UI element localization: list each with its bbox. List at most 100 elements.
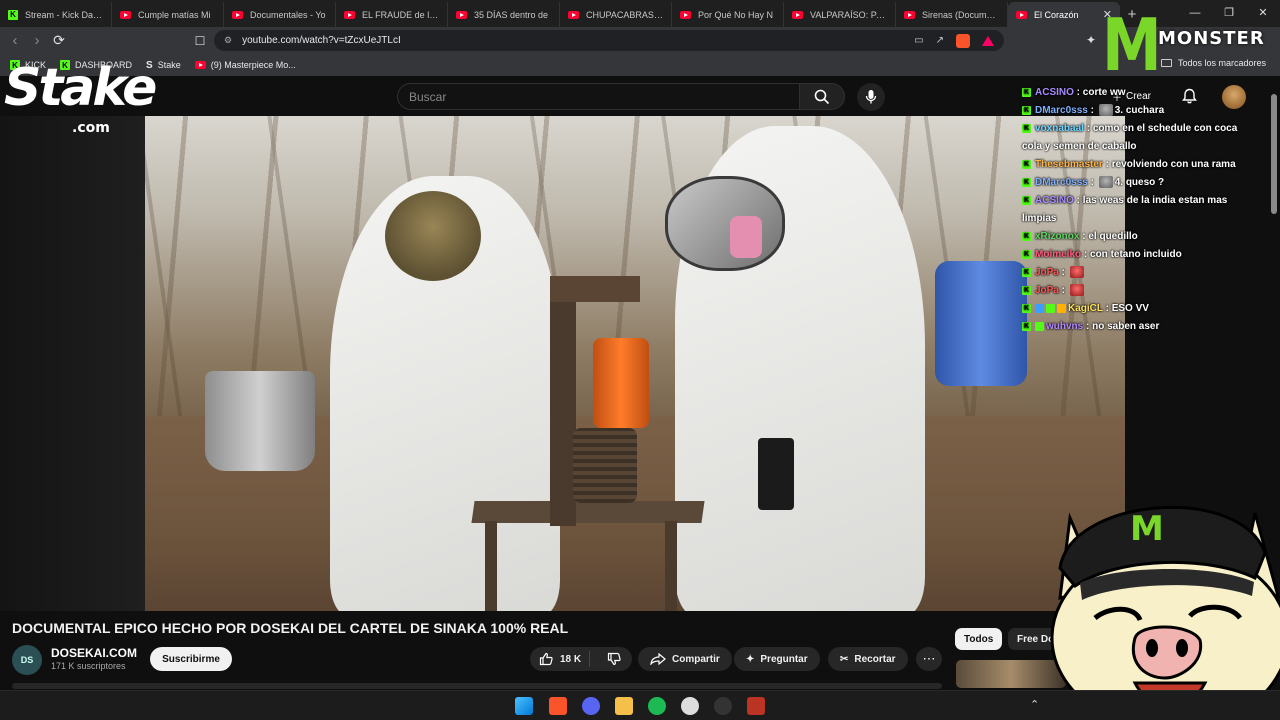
chat-separator: : (1079, 231, 1089, 242)
video-table-leg (485, 521, 497, 611)
chat-message: Kwuhvns : no saben aser (1022, 318, 1254, 336)
github-desktop-icon[interactable] (681, 697, 699, 715)
channel-name[interactable]: DOSEKAI.COM (51, 646, 137, 660)
more-actions-button[interactable]: ⋯ (916, 647, 942, 671)
tab[interactable]: 35 DÍAS dentro de (448, 2, 560, 27)
vpn-app-icon[interactable] (747, 697, 765, 715)
chat-username[interactable]: wuhvns (1046, 321, 1083, 332)
tab[interactable]: CHUPACABRAS en (560, 2, 672, 27)
youtube-favicon-icon (344, 10, 355, 19)
youtube-favicon-icon (1016, 10, 1027, 19)
like-button[interactable]: 18 K (530, 651, 591, 667)
os-taskbar: ⌃ (0, 690, 1280, 720)
share-icon[interactable]: ↗ (936, 35, 944, 46)
address-bar[interactable]: ⚙ youtube.com/watch?v=tZcxUeJTLcI ▭ ↗ (214, 30, 1004, 51)
system-tray-chevron-icon[interactable]: ⌃ (1030, 698, 1039, 711)
chat-username[interactable]: DMarc0sss (1035, 105, 1088, 116)
monster-wordmark: MONSTER (1158, 28, 1265, 49)
file-explorer-icon[interactable] (615, 697, 633, 715)
search-button[interactable] (799, 83, 845, 110)
scrollbar-thumb[interactable] (1271, 94, 1277, 214)
chat-username[interactable]: DMarc0sss (1035, 177, 1088, 188)
clip-button[interactable]: ✂ Recortar (828, 647, 908, 671)
forward-icon[interactable]: › (26, 32, 48, 49)
chat-message: K Thesebmaster : revolviendo con una rama (1022, 156, 1254, 174)
chat-badge-icon (1035, 303, 1044, 313)
tab[interactable]: EL FRAUDE de la Fl (336, 2, 448, 27)
start-menu-icon[interactable] (515, 697, 533, 715)
chip-todos[interactable]: Todos (955, 628, 1003, 650)
chat-emote-icon (1069, 266, 1084, 279)
tab[interactable]: Documentales - Yo (224, 2, 336, 27)
video-radio (758, 438, 794, 510)
screen: K Stream - Kick Dashb Cumple matías Mi Docu… (0, 0, 1280, 720)
video-respirator-mask (665, 176, 785, 271)
chat-username[interactable]: ACSINO (1035, 87, 1074, 98)
search-placeholder: Buscar (409, 89, 447, 104)
video-table-leg (665, 521, 677, 611)
video-table (471, 501, 705, 523)
chat-username[interactable]: xRizonox (1035, 231, 1079, 242)
stake-wordmark: Stake (4, 58, 157, 118)
chat-text: 3. cuchara (1114, 105, 1165, 116)
obs-icon[interactable] (714, 697, 732, 715)
chat-username[interactable]: Thesebmaster (1035, 159, 1103, 170)
chat-username[interactable]: KagiCL (1068, 303, 1103, 314)
chat-message: K Moimeiko : con tetano incluido (1022, 246, 1254, 264)
thumbs-down-icon (608, 652, 621, 666)
chat-username[interactable]: JoPa (1035, 267, 1059, 278)
bookmark-item[interactable]: (9) Masterpiece Mo... (194, 60, 296, 70)
chat-text: no saben aser (1092, 321, 1160, 332)
video-metal-pot (205, 371, 315, 471)
tab[interactable]: K Stream - Kick Dashb (0, 2, 112, 27)
chat-message: K DMarc0sss : 3. cuchara (1022, 102, 1254, 120)
youtube-favicon-icon (792, 10, 803, 19)
back-icon[interactable]: ‹ (4, 32, 26, 49)
chat-username[interactable]: voxnabaal (1035, 123, 1084, 134)
kick-badge-icon: K (1022, 159, 1031, 169)
ask-button[interactable]: ✦ Preguntar (734, 647, 820, 671)
search-input[interactable]: Buscar (397, 83, 799, 110)
video-mask-filter (730, 216, 762, 258)
like-count: 18 K (560, 653, 582, 665)
subscriber-count: 171 K suscriptores (51, 661, 126, 671)
tab[interactable]: Por Qué No Hay N (672, 2, 784, 27)
voice-search-button[interactable] (857, 83, 885, 111)
reload-icon[interactable]: ⟳ (48, 32, 70, 49)
discord-icon[interactable] (582, 697, 600, 715)
tab[interactable]: Cumple matías Mi (112, 2, 224, 27)
cast-icon[interactable]: ▭ (914, 35, 923, 46)
description-box-edge[interactable] (12, 683, 942, 689)
subscribe-button[interactable]: Suscribirme (150, 647, 232, 671)
browser-toolbar: ‹ › ⟳ ☐ ⚙ youtube.com/watch?v=tZcxUeJTLc… (0, 27, 1280, 54)
stream-chat-overlay: K ACSINO : corte ww K DMarc0sss : 3. cuchar… (1022, 84, 1254, 336)
chat-separator: : (1073, 195, 1083, 206)
extensions-icon[interactable]: ✦ (1086, 33, 1096, 47)
youtube-favicon-icon (194, 61, 206, 69)
site-info-icon[interactable]: ⚙ (224, 35, 232, 46)
tab[interactable]: VALPARAÍSO: PATR (784, 2, 896, 27)
chat-text: 4. queso ? (1114, 177, 1165, 188)
video-player[interactable] (145, 116, 1125, 611)
brave-shields-icon[interactable] (956, 33, 970, 48)
dislike-button[interactable] (596, 652, 632, 666)
bookmark-star-icon[interactable]: ☐ (190, 34, 210, 48)
chat-username[interactable]: ACSINO (1035, 195, 1074, 206)
tab-label: 35 DÍAS dentro de (474, 9, 549, 20)
chat-username[interactable]: Moimeiko (1035, 249, 1081, 260)
chat-badge-icon (1057, 303, 1066, 313)
brave-browser-icon[interactable] (549, 697, 567, 715)
spotify-icon[interactable] (648, 697, 666, 715)
browser-tab-strip: K Stream - Kick Dashb Cumple matías Mi Docu… (0, 0, 1280, 27)
youtube-favicon-icon (120, 10, 131, 19)
kick-badge-icon: K (1022, 177, 1031, 187)
share-button[interactable]: Compartir (638, 647, 732, 671)
brave-rewards-icon[interactable] (982, 35, 994, 46)
tab-label: Stream - Kick Dashb (25, 9, 103, 20)
channel-avatar[interactable]: DS (12, 645, 42, 675)
tab-label: Documentales - Yo (250, 9, 326, 20)
chat-username[interactable]: JoPa (1035, 285, 1059, 296)
tab[interactable]: Sirenas (Document (896, 2, 1008, 27)
address-url[interactable]: youtube.com/watch?v=tZcxUeJTLcI (242, 35, 902, 46)
cap-monster-claw-icon: M (1130, 509, 1164, 549)
